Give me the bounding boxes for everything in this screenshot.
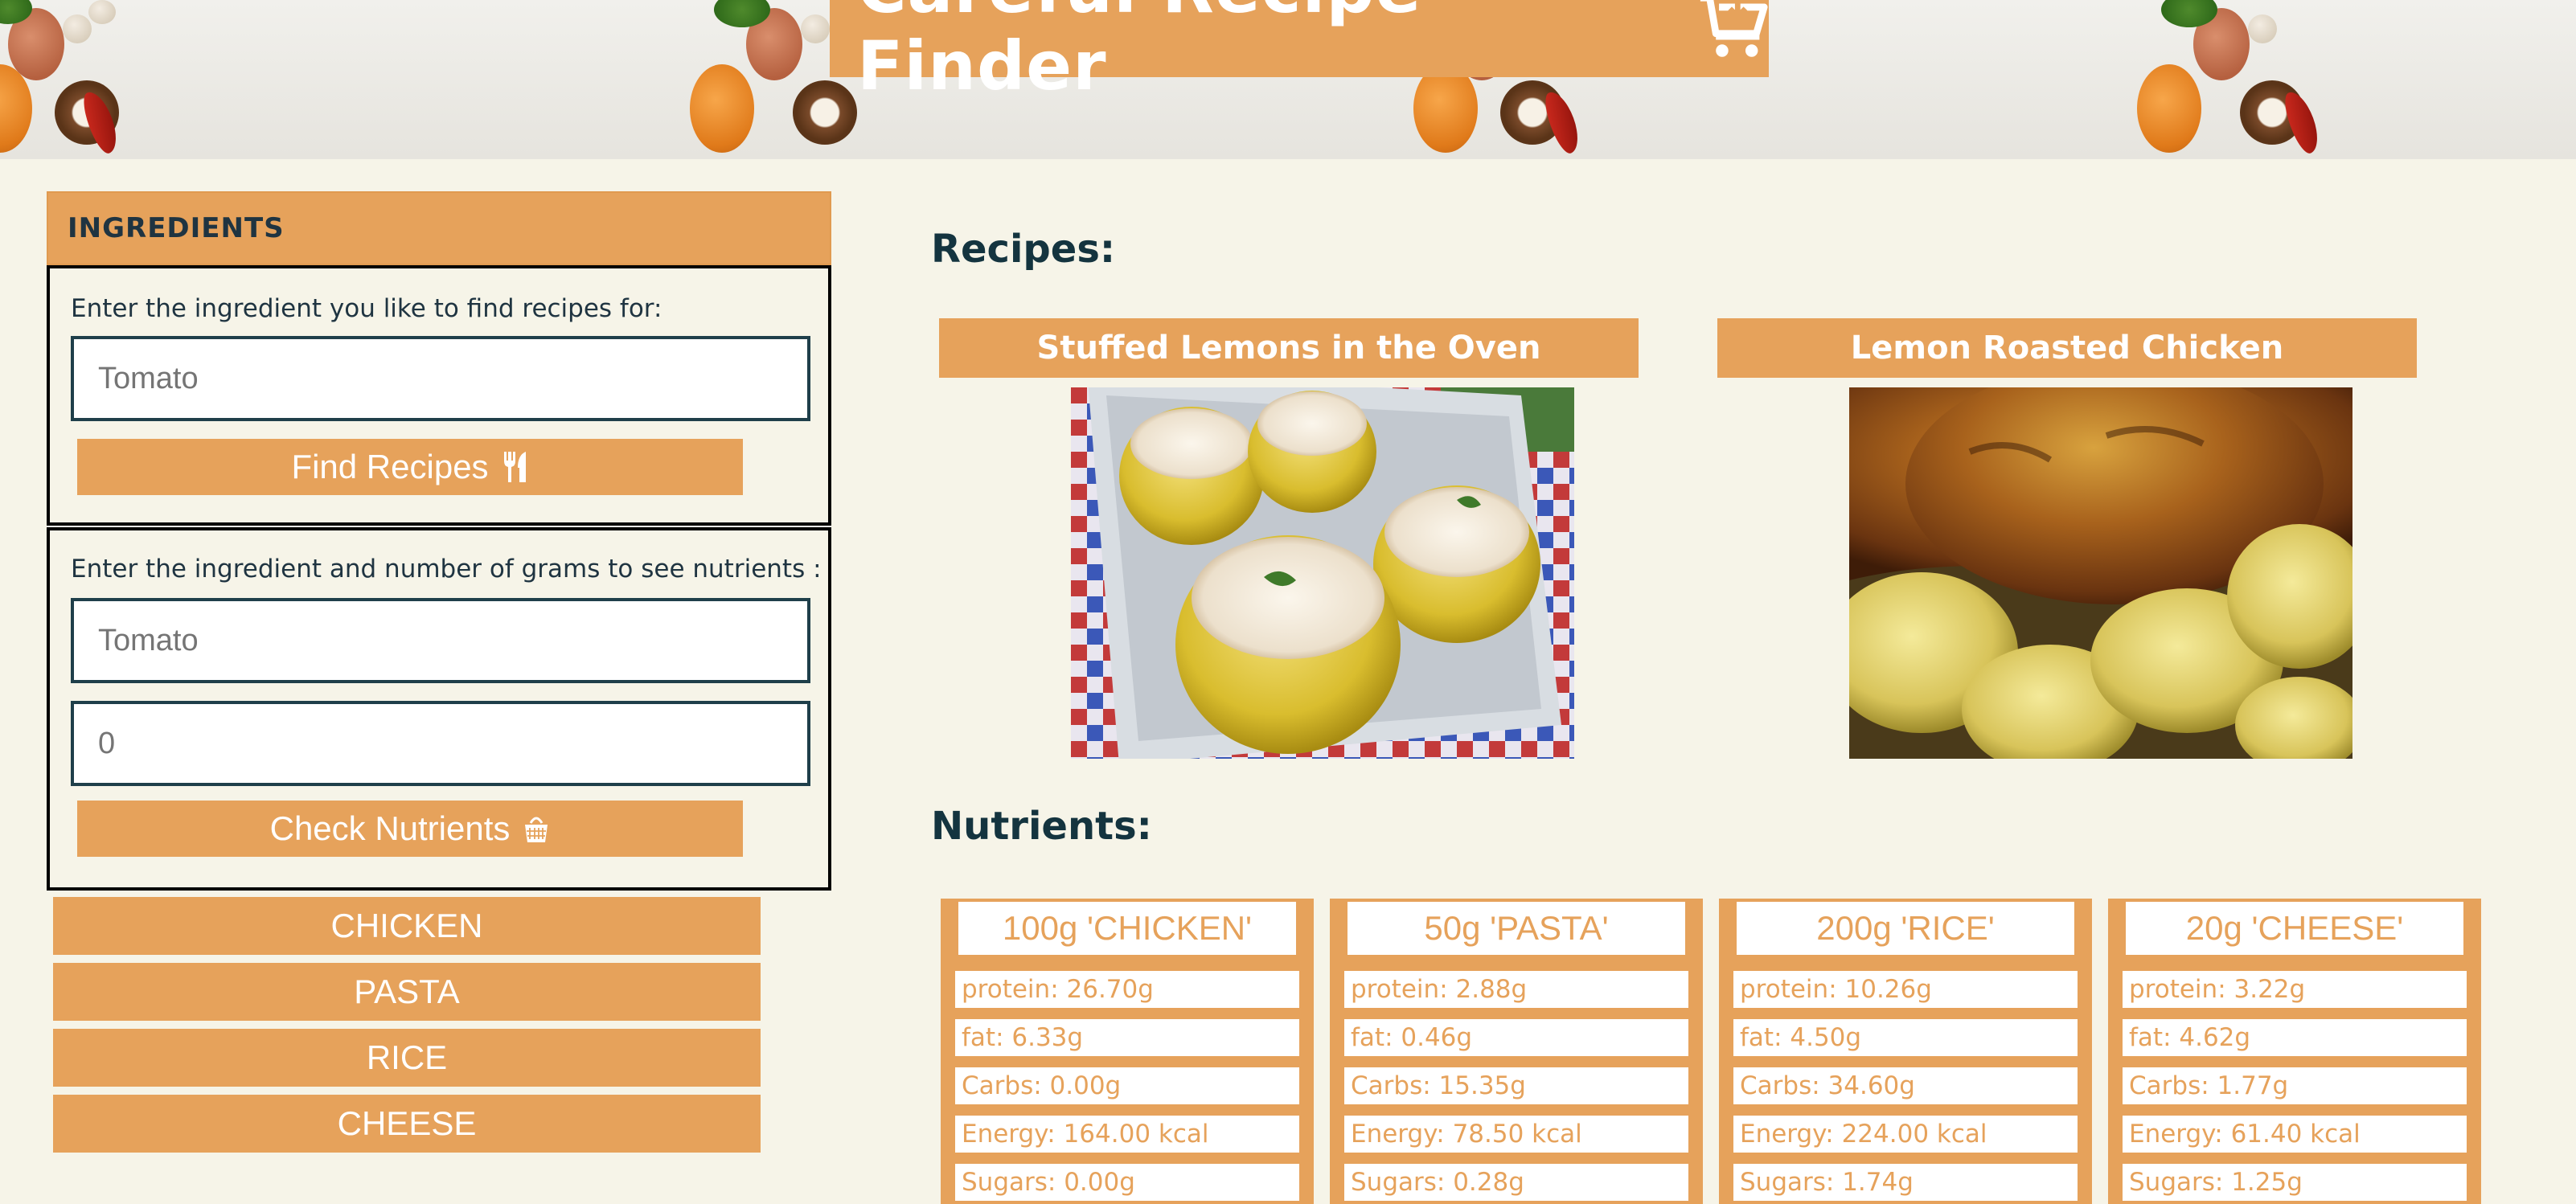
nutrient-protein: protein: 26.70g [955,971,1299,1008]
stuffed-lemons-photo [1071,387,1574,759]
basket-icon [525,817,548,842]
find-recipes-label: Find Recipes [291,448,489,485]
nutrient-search-form: Enter the ingredient and number of grams… [47,527,831,891]
nutrient-search-label: Enter the ingredient and number of grams… [71,555,822,584]
nutrient-protein: protein: 2.88g [1344,971,1688,1008]
mushroom-image [801,14,830,43]
recipe-title-stuffed-lemons[interactable]: Stuffed Lemons in the Oven [939,318,1639,378]
check-nutrients-label: Check Nutrients [269,809,511,847]
recipes-heading: Recipes: [931,227,1116,272]
nutrient-ingredient-input[interactable] [71,598,810,683]
nutrient-fat: fat: 0.46g [1344,1019,1688,1056]
nutrient-energy: Energy: 78.50 kcal [1344,1116,1688,1153]
recipe-ingredient-input[interactable] [71,336,810,421]
history-item-cheese[interactable]: CHEESE [53,1095,761,1153]
fork-knife-icon [503,452,526,482]
nutrient-sugars: Sugars: 1.74g [1733,1164,2078,1201]
app-title: Careful Recipe Finder [857,0,1421,105]
nutrient-carbs: Carbs: 15.35g [1344,1067,1688,1104]
banner-tile [2137,0,2576,159]
nutrient-sugars: Sugars: 1.25g [2123,1164,2467,1201]
nutrient-carbs: Carbs: 1.77g [2123,1067,2467,1104]
nutrient-card-title: 50g 'PASTA' [1344,899,1688,958]
nutrient-sugars: Sugars: 0.28g [1344,1164,1688,1201]
shopping-cart-download-icon[interactable] [1697,0,1769,63]
history-item-rice[interactable]: RICE [53,1029,761,1087]
recipe-search-form: Enter the ingredient you like to find re… [47,265,831,526]
pumpkin-image [2137,64,2201,153]
nutrient-energy: Energy: 61.40 kcal [2123,1116,2467,1153]
history-item-chicken[interactable]: CHICKEN [53,897,761,955]
recipe-title-lemon-roasted-chicken[interactable]: Lemon Roasted Chicken [1717,318,2417,378]
lemon-roasted-chicken-image[interactable] [1849,387,2352,759]
nutrient-card-chicken: 100g 'CHICKEN' protein: 26.70g fat: 6.33… [941,899,1314,1204]
roasted-chicken-photo [1849,387,2352,759]
app-title-box: Careful Recipe Finder [830,0,1769,104]
nutrient-card-pasta: 50g 'PASTA' protein: 2.88g fat: 0.46g Ca… [1330,899,1703,1204]
nutrient-energy: Energy: 164.00 kcal [955,1116,1299,1153]
recipe-search-label: Enter the ingredient you like to find re… [71,294,662,323]
nutrient-carbs: Carbs: 34.60g [1733,1067,2078,1104]
mushroom-image [88,0,116,24]
nutrient-fat: fat: 6.33g [955,1019,1299,1056]
nutrient-carbs: Carbs: 0.00g [955,1067,1299,1104]
nutrient-energy: Energy: 224.00 kcal [1733,1116,2078,1153]
nutrient-card-title: 20g 'CHEESE' [2123,899,2467,958]
ingredients-heading: INGREDIENTS [47,191,831,265]
find-recipes-button[interactable]: Find Recipes [77,439,743,495]
bowl-image [793,80,857,145]
nutrient-card-cheese: 20g 'CHEESE' protein: 3.22g fat: 4.62g C… [2108,899,2481,1204]
nutrient-card-title: 100g 'CHICKEN' [955,899,1299,958]
nutrient-card-title: 200g 'RICE' [1733,899,2078,958]
ingredients-heading-text: INGREDIENTS [68,212,285,244]
nutrient-fat: fat: 4.62g [2123,1019,2467,1056]
header-banner: Careful Recipe Finder [0,0,2576,159]
pumpkin-image [690,64,754,153]
nutrient-protein: protein: 3.22g [2123,971,2467,1008]
check-nutrients-button[interactable]: Check Nutrients [77,801,743,857]
stuffed-lemons-image[interactable] [1071,387,1574,759]
nutrients-heading: Nutrients: [931,804,1152,849]
history-item-pasta[interactable]: PASTA [53,963,761,1021]
mushroom-image [63,14,92,43]
nutrient-protein: protein: 10.26g [1733,971,2078,1008]
mushroom-image [2248,14,2277,43]
nutrient-sugars: Sugars: 0.00g [955,1164,1299,1201]
nutrient-fat: fat: 4.50g [1733,1019,2078,1056]
banner-tile [0,0,691,159]
grams-input[interactable] [71,701,810,786]
nutrient-card-rice: 200g 'RICE' protein: 10.26g fat: 4.50g C… [1719,899,2092,1204]
